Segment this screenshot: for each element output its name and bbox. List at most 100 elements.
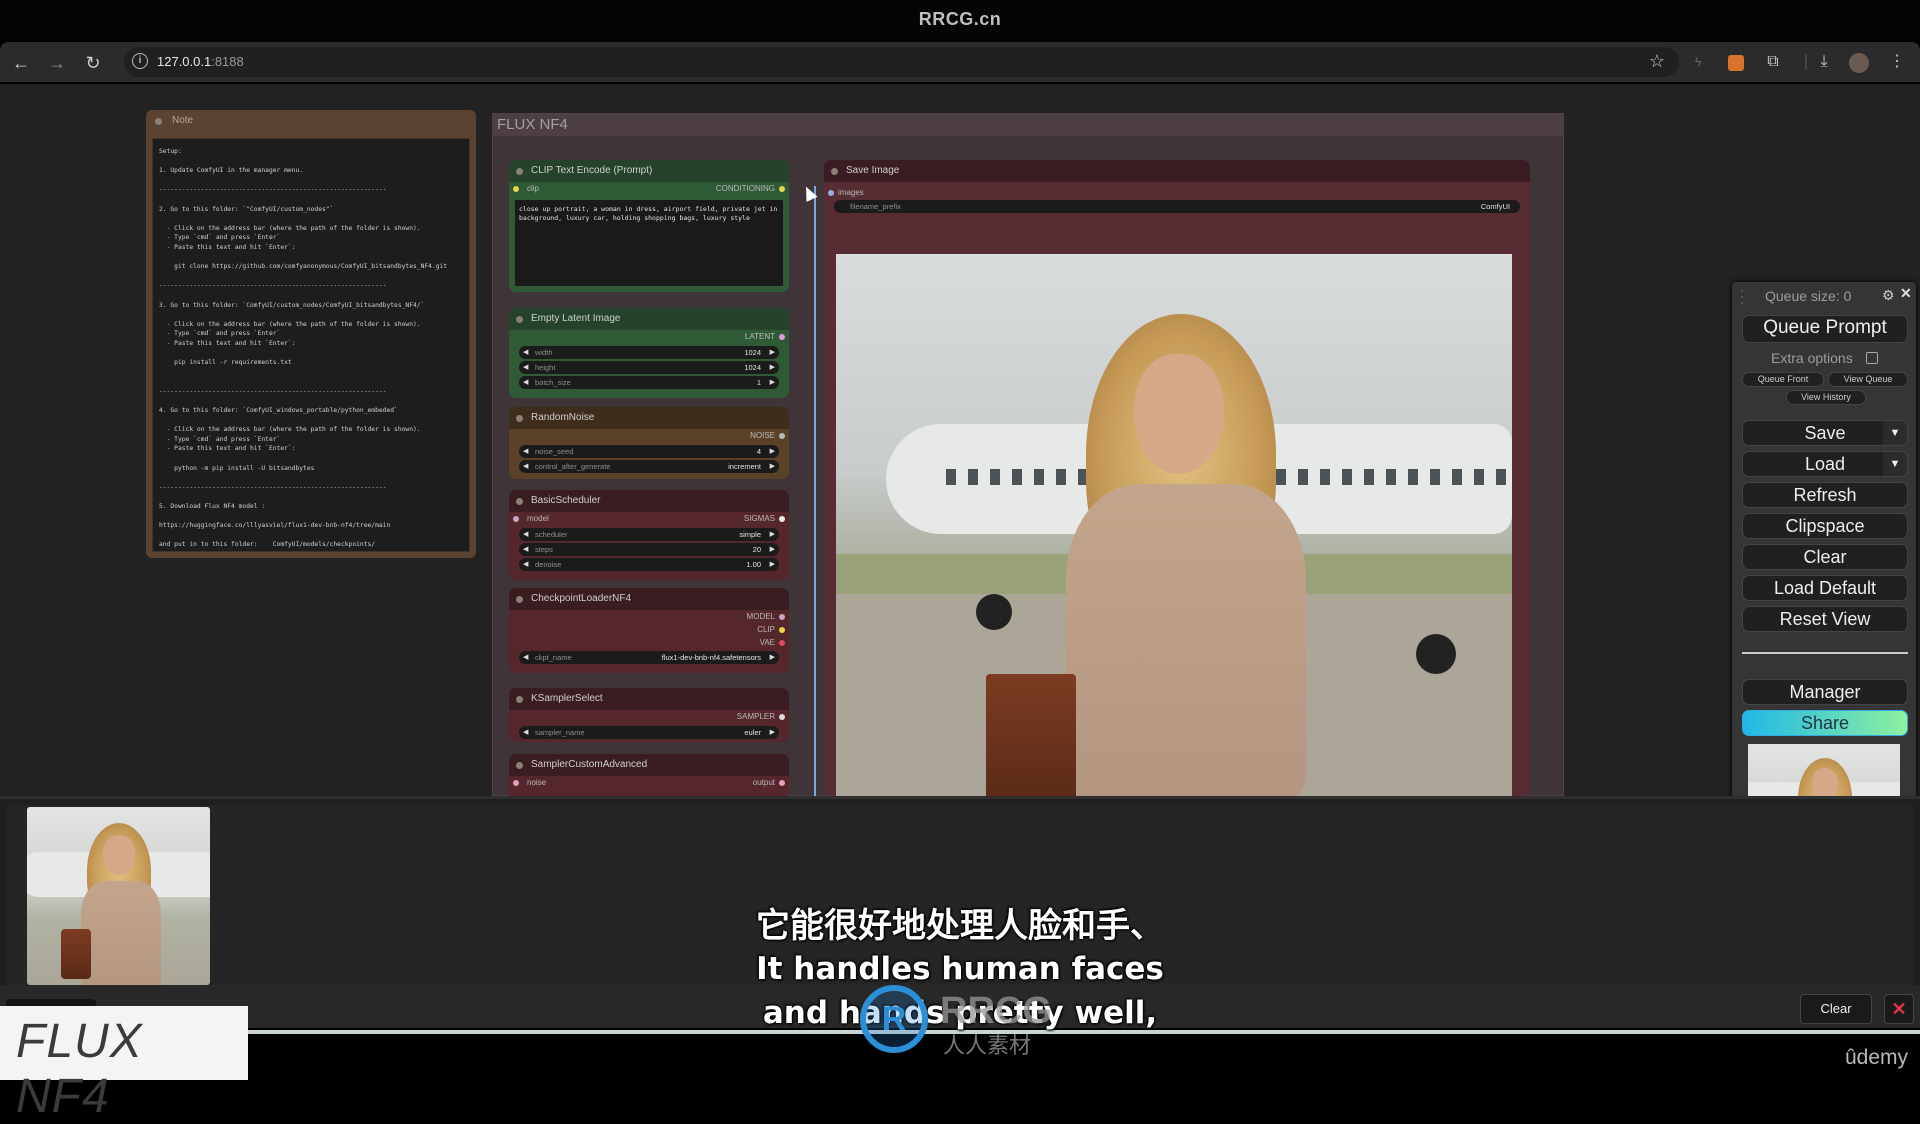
widget-noise-seed[interactable]: ◀ noise_seed 4 ▶: [519, 445, 779, 458]
profile-avatar[interactable]: [1849, 53, 1869, 73]
widget-filename-prefix[interactable]: filename_prefix ComfyUI: [834, 200, 1520, 213]
widget-ckpt-name[interactable]: ◀ ckpt_name flux1-dev-bnb-nf4.safetensors ▶: [519, 651, 779, 664]
reload-icon[interactable]: ↻: [82, 52, 104, 74]
output-dot-vae[interactable]: [779, 640, 785, 646]
reset-view-button[interactable]: Reset View: [1742, 606, 1908, 632]
decrement-arrow-icon[interactable]: ◀: [523, 543, 528, 556]
node-header[interactable]: Save Image: [824, 160, 1530, 182]
output-dot-model[interactable]: [779, 614, 785, 620]
decrement-arrow-icon[interactable]: ◀: [523, 528, 528, 541]
extra-options-checkbox[interactable]: [1866, 352, 1878, 364]
metamask-fox-icon[interactable]: [1728, 55, 1744, 71]
clipspace-button[interactable]: Clipspace: [1742, 513, 1908, 539]
collapse-dot-icon[interactable]: [516, 762, 523, 769]
manager-button[interactable]: Manager: [1742, 679, 1908, 705]
save-button[interactable]: Save ▼: [1742, 420, 1908, 446]
address-bar[interactable]: i 127.0.0.1:8188 ☆: [124, 47, 1679, 77]
node-header[interactable]: CLIP Text Encode (Prompt): [509, 160, 789, 182]
node-ksampler-select[interactable]: KSamplerSelect SAMPLER ◀ sampler_name eule…: [509, 688, 789, 742]
increment-arrow-icon[interactable]: ▶: [770, 376, 775, 389]
lightning-icon[interactable]: ϟ: [1687, 52, 1709, 72]
site-info-icon[interactable]: i: [132, 53, 148, 69]
widget-height[interactable]: ◀ height 1024 ▶: [519, 361, 779, 374]
increment-arrow-icon[interactable]: ▶: [770, 346, 775, 359]
node-basic-scheduler[interactable]: BasicScheduler model SIGMAS ◀ scheduler si…: [509, 490, 789, 580]
queue-prompt-button[interactable]: Queue Prompt: [1742, 315, 1908, 343]
url-text[interactable]: 127.0.0.1:8188: [157, 54, 244, 69]
input-dot-images[interactable]: [828, 190, 834, 196]
input-dot-clip[interactable]: [513, 186, 519, 192]
collapse-dot-icon[interactable]: [831, 168, 838, 175]
bookmark-star-icon[interactable]: ☆: [1649, 51, 1665, 72]
collapse-dot-icon[interactable]: [516, 316, 523, 323]
collapse-dot-icon[interactable]: [516, 696, 523, 703]
load-button[interactable]: Load ▼: [1742, 451, 1908, 477]
node-sampler-custom-advanced[interactable]: SamplerCustomAdvanced noise output: [509, 754, 789, 796]
node-header[interactable]: BasicScheduler: [509, 490, 789, 512]
increment-arrow-icon[interactable]: ▶: [770, 651, 775, 664]
widget-scheduler[interactable]: ◀ scheduler simple ▶: [519, 528, 779, 541]
load-dropdown-arrow-icon[interactable]: ▼: [1883, 452, 1907, 476]
node-empty-latent-image[interactable]: Empty Latent Image LATENT ◀ width 1024 ▶ ◀ h…: [509, 308, 789, 398]
output-dot-clip[interactable]: [779, 627, 785, 633]
group-title[interactable]: FLUX NF4: [493, 114, 1563, 136]
decrement-arrow-icon[interactable]: ◀: [523, 361, 528, 374]
widget-steps[interactable]: ◀ steps 20 ▶: [519, 543, 779, 556]
collapse-dot-icon[interactable]: [516, 596, 523, 603]
prompt-textarea[interactable]: close up portrait, a woman in dress, air…: [515, 200, 783, 286]
increment-arrow-icon[interactable]: ▶: [770, 460, 775, 473]
output-dot-latent[interactable]: [779, 334, 785, 340]
increment-arrow-icon[interactable]: ▶: [770, 558, 775, 571]
share-button[interactable]: Share: [1742, 710, 1908, 736]
collapse-dot-icon[interactable]: [155, 118, 162, 125]
bottom-clear-button[interactable]: Clear: [1800, 994, 1872, 1024]
node-clip-text-encode[interactable]: CLIP Text Encode (Prompt) clip CONDITION…: [509, 160, 789, 292]
input-dot-model[interactable]: [513, 516, 519, 522]
close-icon[interactable]: ✕: [1900, 285, 1912, 302]
note-text[interactable]: Setup: 1. Update ComfyUI in the manager …: [152, 138, 470, 552]
collapse-dot-icon[interactable]: [516, 168, 523, 175]
back-icon[interactable]: ←: [10, 52, 32, 74]
extensions-puzzle-icon[interactable]: ⧉: [1762, 52, 1784, 72]
load-default-button[interactable]: Load Default: [1742, 575, 1908, 601]
drag-handle-icon[interactable]: · · ·: [1740, 284, 1744, 308]
node-header[interactable]: CheckpointLoaderNF4: [509, 588, 789, 610]
output-dot-output[interactable]: [779, 780, 785, 786]
refresh-button[interactable]: Refresh: [1742, 482, 1908, 508]
decrement-arrow-icon[interactable]: ◀: [523, 558, 528, 571]
increment-arrow-icon[interactable]: ▶: [770, 528, 775, 541]
widget-batch-size[interactable]: ◀ batch_size 1 ▶: [519, 376, 779, 389]
widget-control-after-generate[interactable]: ◀ control_after_generate increment ▶: [519, 460, 779, 473]
output-dot-sampler[interactable]: [779, 714, 785, 720]
view-queue-button[interactable]: View Queue: [1828, 372, 1908, 387]
view-history-button[interactable]: View History: [1786, 390, 1866, 405]
collapse-dot-icon[interactable]: [516, 498, 523, 505]
decrement-arrow-icon[interactable]: ◀: [523, 651, 528, 664]
clear-button[interactable]: Clear: [1742, 544, 1908, 570]
download-icon[interactable]: ⤓: [1813, 52, 1835, 72]
node-random-noise[interactable]: RandomNoise NOISE ◀ noise_seed 4 ▶ ◀ control…: [509, 407, 789, 479]
decrement-arrow-icon[interactable]: ◀: [523, 460, 528, 473]
bottom-close-icon[interactable]: ✕: [1884, 994, 1914, 1024]
output-dot-noise[interactable]: [779, 433, 785, 439]
node-header[interactable]: SamplerCustomAdvanced: [509, 754, 789, 776]
increment-arrow-icon[interactable]: ▶: [770, 361, 775, 374]
note-node[interactable]: Note Setup: 1. Update ComfyUI in the man…: [146, 110, 476, 558]
node-header[interactable]: Empty Latent Image: [509, 308, 789, 330]
increment-arrow-icon[interactable]: ▶: [770, 445, 775, 458]
node-header[interactable]: RandomNoise: [509, 407, 789, 429]
collapse-dot-icon[interactable]: [516, 415, 523, 422]
output-dot-sigmas[interactable]: [779, 516, 785, 522]
save-dropdown-arrow-icon[interactable]: ▼: [1883, 421, 1907, 445]
decrement-arrow-icon[interactable]: ◀: [523, 346, 528, 359]
decrement-arrow-icon[interactable]: ◀: [523, 726, 528, 739]
menu-kebab-icon[interactable]: ⋮: [1886, 52, 1908, 72]
increment-arrow-icon[interactable]: ▶: [770, 726, 775, 739]
widget-denoise[interactable]: ◀ denoise 1.00 ▶: [519, 558, 779, 571]
gear-icon[interactable]: ⚙: [1882, 287, 1895, 304]
forward-icon[interactable]: →: [46, 52, 68, 74]
queue-front-button[interactable]: Queue Front: [1742, 372, 1824, 387]
increment-arrow-icon[interactable]: ▶: [770, 543, 775, 556]
output-dot-conditioning[interactable]: [779, 186, 785, 192]
widget-width[interactable]: ◀ width 1024 ▶: [519, 346, 779, 359]
